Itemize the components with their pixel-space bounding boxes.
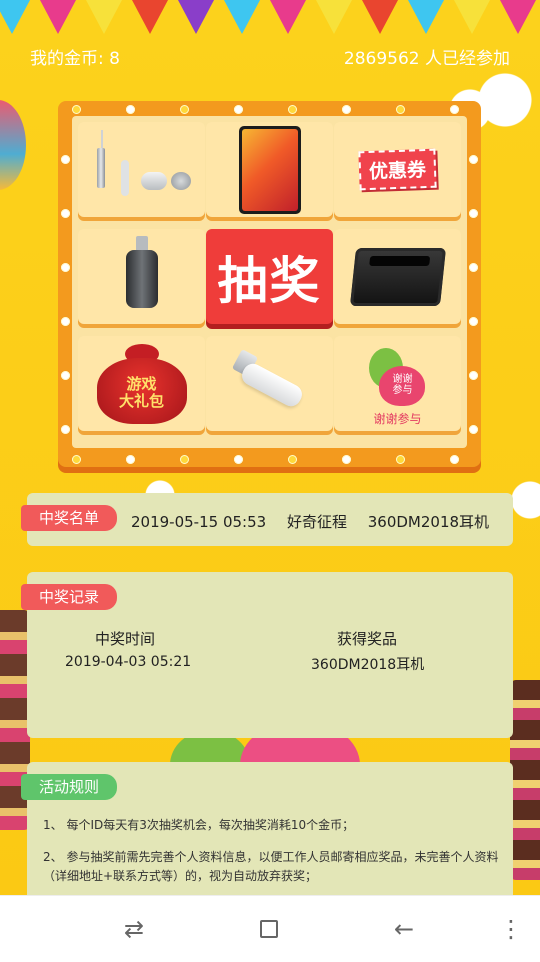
rule-item: 2、 参与抽奖前需先完善个人资料信息，以便工作人员邮寄相应奖品，未完善个人资料（… (43, 850, 499, 883)
board-light (126, 105, 135, 114)
lottery-grid: 优惠券 抽奖 游戏 大礼包 谢谢 参与 谢谢参与 (72, 116, 467, 448)
board-light (61, 317, 70, 326)
board-light (72, 105, 81, 114)
board-light (61, 209, 70, 218)
board-light (469, 209, 478, 218)
rule-item: 1、 每个ID每天有3次抽奖机会，每次抽奖消耗10个金币； (43, 818, 355, 832)
bunting-flag (178, 0, 214, 34)
board-light (342, 455, 351, 464)
bunting-flag (0, 0, 30, 34)
switch-icon[interactable]: ⇄ (114, 914, 154, 944)
board-light (61, 371, 70, 380)
thanks-inner-label: 谢谢 参与 (392, 373, 413, 396)
board-light (288, 105, 297, 114)
bunting-flag (132, 0, 168, 34)
winners-panel: 中奖名单 2019-05-15 05:53 好奇征程 360DM2018耳机 (21, 493, 513, 546)
coupon-icon: 优惠券 (358, 148, 437, 191)
balloon-decoration (0, 100, 26, 190)
board-light (234, 105, 243, 114)
board-light (396, 105, 405, 114)
gift-bag-icon: 游戏 大礼包 (95, 342, 189, 426)
more-icon[interactable]: ⋮ (496, 914, 526, 944)
bunting-flag (362, 0, 398, 34)
board-light (126, 455, 135, 464)
board-light (180, 105, 189, 114)
bunting-flag (500, 0, 536, 34)
prize-coupon: 优惠券 (334, 122, 461, 217)
rules-panel: 活动规则 1、 每个ID每天有3次抽奖机会，每次抽奖消耗10个金币； 2、 参与… (21, 762, 513, 895)
lottery-board: 优惠券 抽奖 游戏 大礼包 谢谢 参与 谢谢参与 (58, 101, 481, 467)
rules-tag: 活动规则 (21, 774, 118, 800)
board-light (469, 425, 478, 434)
back-icon[interactable]: ← (384, 914, 424, 944)
board-light (450, 105, 459, 114)
draw-button[interactable]: 抽奖 (206, 229, 333, 324)
board-light (61, 425, 70, 434)
prize-usb-adapter (78, 229, 205, 324)
board-light (61, 155, 70, 164)
lottery-page: 我的金币: 8 2869562 人已经参加 优惠券 抽奖 游戏 大礼包 谢谢 参… (0, 0, 540, 895)
board-light (234, 455, 243, 464)
cake-decoration-right (510, 680, 540, 880)
bunting-flag (270, 0, 306, 34)
board-light (61, 263, 70, 272)
bunting-flag (454, 0, 490, 34)
board-light (469, 263, 478, 272)
thanks-label: 谢谢参与 (373, 411, 422, 426)
board-light (469, 155, 478, 164)
board-light (72, 455, 81, 464)
phone-icon (238, 125, 301, 214)
prize-earphones (78, 122, 205, 217)
bunting-flag (40, 0, 76, 34)
my-coins: 我的金币: 8 (30, 49, 120, 69)
usb-adapter-icon (112, 234, 172, 320)
bunting-flag (408, 0, 444, 34)
bunting-decoration (0, 0, 540, 40)
record-prize: 360DM2018耳机 (311, 657, 425, 673)
earphones-icon (87, 129, 197, 210)
thanks-icon: 谢谢 参与 谢谢参与 (353, 342, 443, 426)
bunting-flag (316, 0, 352, 34)
bunting-flag (86, 0, 122, 34)
board-light (469, 371, 478, 380)
participant-count: 2869562 人已经参加 (343, 49, 510, 69)
winner-time: 2019-05-15 05:53 (131, 513, 267, 531)
system-nav-bar: ⇄ ← ⋮ (0, 895, 540, 962)
draw-label: 抽奖 (217, 251, 322, 310)
speaker-icon (349, 247, 446, 306)
column-header-prize: 获得奖品 (337, 630, 398, 648)
board-light (450, 455, 459, 464)
prize-thanks: 谢谢 参与 谢谢参与 (334, 336, 461, 431)
winner-name: 好奇征程 (286, 513, 347, 531)
board-light (396, 455, 405, 464)
bunting-flag (224, 0, 260, 34)
column-header-time: 中奖时间 (95, 630, 156, 648)
records-panel: 中奖记录 中奖时间 获得奖品 2019-04-03 05:21 360DM201… (21, 572, 513, 738)
board-light (342, 105, 351, 114)
board-light (288, 455, 297, 464)
board-light (180, 455, 189, 464)
prize-usb-c-adapter (206, 336, 333, 431)
prize-speaker (334, 229, 461, 324)
gift-bag-label: 游戏 大礼包 (118, 374, 164, 410)
prize-gift-bag: 游戏 大礼包 (78, 336, 205, 431)
board-light (469, 317, 478, 326)
records-tag: 中奖记录 (21, 584, 118, 610)
usb-c-adapter-icon (220, 344, 320, 424)
winner-ticker-row: 2019-05-15 05:53 好奇征程 360DM2018耳机 (131, 511, 505, 532)
winner-prize: 360DM2018耳机 (367, 513, 490, 531)
winners-tag: 中奖名单 (21, 505, 118, 531)
prize-phone (206, 122, 333, 217)
record-time: 2019-04-03 05:21 (65, 654, 192, 670)
recent-apps-icon[interactable] (249, 914, 289, 944)
